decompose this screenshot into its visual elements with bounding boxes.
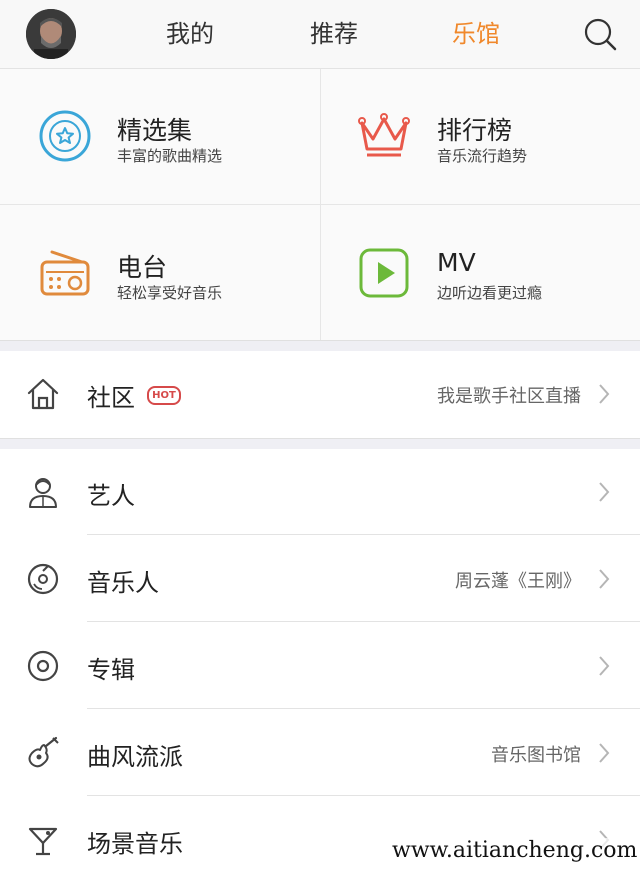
home-icon <box>26 377 60 411</box>
charts-tile[interactable]: 排行榜 音乐流行趋势 <box>321 69 640 205</box>
mv-title: MV <box>437 248 476 277</box>
star-circle-icon <box>38 109 92 163</box>
featured-collections-tile[interactable]: 精选集 丰富的歌曲精选 <box>0 69 320 205</box>
guitar-icon <box>26 736 60 770</box>
tab-music-hall[interactable]: 乐馆 <box>452 17 500 51</box>
radio-icon <box>38 246 92 300</box>
user-avatar[interactable] <box>26 9 76 59</box>
mv-tile[interactable]: MV 边听边看更过瘾 <box>321 206 640 342</box>
scene-music-label: 场景音乐 <box>87 830 183 858</box>
musicians-row[interactable]: 音乐人 周云蓬《王刚》 <box>0 536 640 622</box>
category-grid: 精选集 丰富的歌曲精选 排行榜 音乐流行趋势 电台 轻松享受好音乐 MV 边听边… <box>0 69 640 341</box>
albums-row[interactable]: 专辑 <box>0 623 640 709</box>
musicians-value: 周云蓬《王刚》 <box>455 571 581 592</box>
album-disc-icon <box>26 649 60 683</box>
artists-row[interactable]: 艺人 <box>0 449 640 535</box>
cocktail-icon <box>26 823 60 857</box>
row-divider <box>87 621 640 622</box>
play-square-icon <box>357 246 411 300</box>
charts-title: 排行榜 <box>437 116 513 145</box>
mv-subtitle: 边听边看更过瘾 <box>437 284 543 302</box>
radio-tile[interactable]: 电台 轻松享受好音乐 <box>0 206 320 342</box>
row-divider <box>87 795 640 796</box>
search-icon[interactable] <box>582 16 618 52</box>
crown-icon <box>357 109 411 163</box>
chevron-right-icon <box>598 481 610 503</box>
chevron-right-icon <box>598 742 610 764</box>
chevron-right-icon <box>598 568 610 590</box>
vinyl-disc-icon <box>26 562 60 596</box>
chevron-right-icon <box>598 383 610 405</box>
watermark-text: www.aitiancheng.com <box>388 838 640 863</box>
row-divider <box>87 534 640 535</box>
hot-badge: HOT <box>147 386 181 405</box>
genres-label: 曲风流派 <box>87 743 183 771</box>
featured-subtitle: 丰富的歌曲精选 <box>117 147 223 165</box>
genres-row[interactable]: 曲风流派 音乐图书馆 <box>0 710 640 796</box>
albums-label: 专辑 <box>87 656 135 684</box>
artists-label: 艺人 <box>87 482 135 510</box>
row-divider <box>87 708 640 709</box>
featured-title: 精选集 <box>117 116 193 145</box>
charts-subtitle: 音乐流行趋势 <box>437 147 528 165</box>
tab-recommend[interactable]: 推荐 <box>310 17 358 51</box>
top-navigation-bar: 我的 推荐 乐馆 <box>0 0 640 69</box>
radio-subtitle: 轻松享受好音乐 <box>117 284 223 302</box>
artist-icon <box>26 475 60 509</box>
tab-mine[interactable]: 我的 <box>166 17 214 51</box>
community-label: 社区 <box>87 384 135 412</box>
radio-title: 电台 <box>117 253 168 282</box>
community-row[interactable]: 社区 HOT 我是歌手社区直播 <box>0 351 640 438</box>
chevron-right-icon <box>598 655 610 677</box>
genres-value: 音乐图书馆 <box>491 745 581 766</box>
community-value: 我是歌手社区直播 <box>437 386 581 407</box>
musicians-label: 音乐人 <box>87 569 159 597</box>
